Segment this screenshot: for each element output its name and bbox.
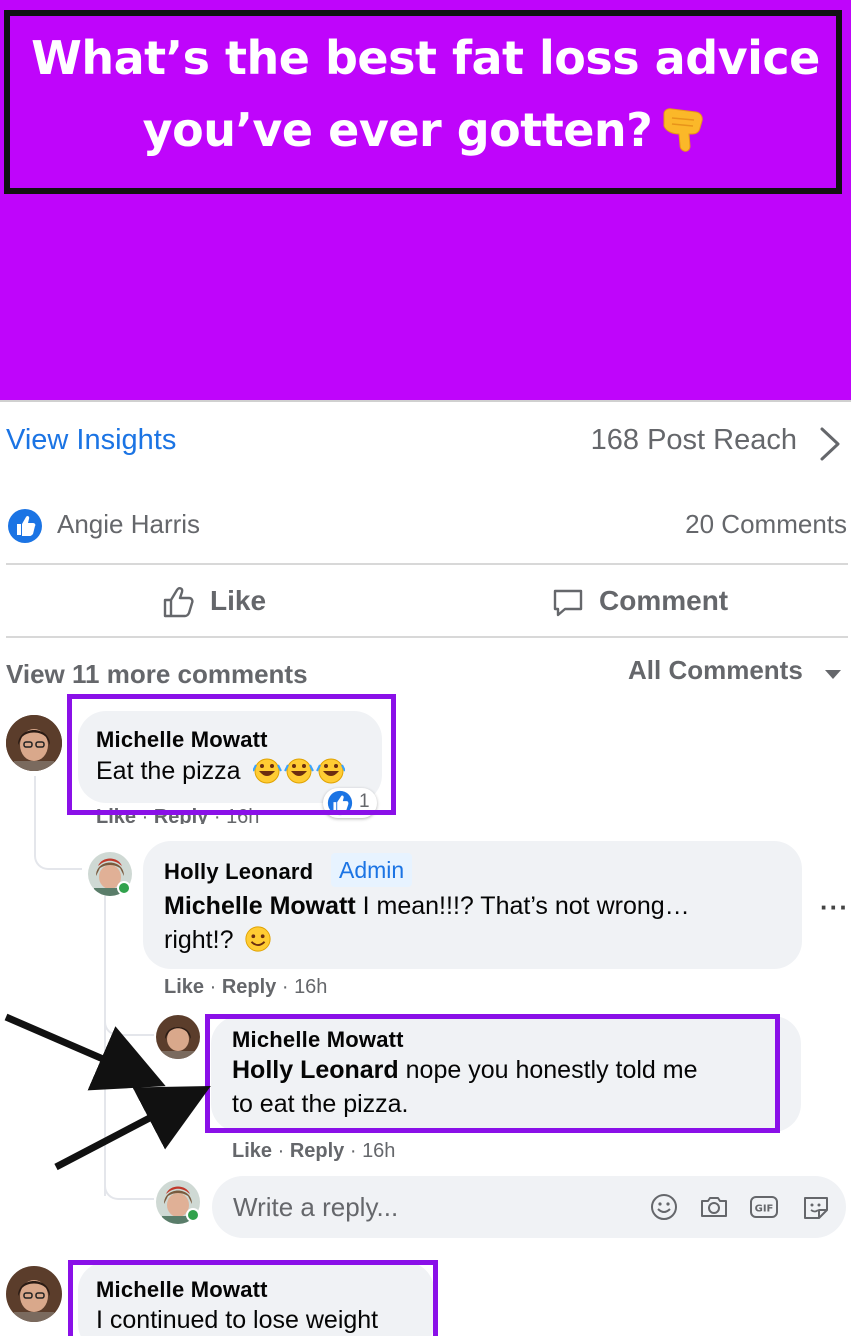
arrow-right-icon xyxy=(4,1013,166,1091)
online-status-icon xyxy=(186,1208,200,1222)
post-banner: What’s the best fat loss advice you’ve e… xyxy=(0,0,851,400)
comment-text: Michelle Mowatt I mean!!!? That’s not wr… xyxy=(164,889,784,957)
post-title: What’s the best fat loss advice you’ve e… xyxy=(0,22,851,166)
post-title-line-1: What’s the best fat loss advice xyxy=(31,31,820,85)
comment-reply-link[interactable]: Reply xyxy=(290,1140,344,1162)
comment-like-link[interactable]: Like xyxy=(164,976,204,998)
divider-top xyxy=(6,563,848,565)
online-status-icon xyxy=(117,881,131,895)
emoji-icon[interactable] xyxy=(649,1192,679,1222)
highlight-box xyxy=(67,694,396,815)
reply-input[interactable]: Write a reply... GIF xyxy=(212,1176,846,1238)
highlight-box xyxy=(68,1260,438,1336)
post-reach-label[interactable]: 168 Post Reach xyxy=(591,424,797,457)
chevron-right-icon[interactable] xyxy=(818,426,842,462)
view-insights-link[interactable]: View Insights xyxy=(6,424,176,457)
comment-text-line-2: right!? xyxy=(164,926,234,954)
caret-down-icon[interactable] xyxy=(825,670,841,679)
comment-meta: Like · Reply · 16h xyxy=(164,976,328,998)
like-reaction-icon xyxy=(8,509,42,543)
reaction-liker-name[interactable]: Angie Harris xyxy=(57,509,200,540)
arrow-up-right-icon xyxy=(54,1086,211,1171)
banner-divider xyxy=(0,400,851,402)
smiley-emoji-icon xyxy=(245,926,272,952)
comment-button-label: Comment xyxy=(599,585,729,616)
comment-like-link[interactable]: Like xyxy=(232,1140,272,1162)
svg-text:GIF: GIF xyxy=(755,1204,774,1215)
comment-mention[interactable]: Michelle Mowatt xyxy=(164,892,356,920)
divider-bottom xyxy=(6,636,848,638)
camera-icon[interactable] xyxy=(699,1192,729,1222)
comment-time: 16h xyxy=(294,976,328,998)
reply-placeholder: Write a reply... xyxy=(233,1192,399,1222)
avatar[interactable] xyxy=(6,715,62,771)
pointing-down-emoji-icon xyxy=(663,108,704,152)
more-options-icon[interactable]: ··· xyxy=(820,892,849,923)
admin-badge: Admin xyxy=(331,853,413,887)
annotation-arrows xyxy=(4,1013,211,1171)
avatar[interactable] xyxy=(6,1266,62,1322)
like-button-label: Like xyxy=(210,585,267,616)
gif-icon[interactable]: GIF xyxy=(749,1192,779,1222)
post-title-line-2: you’ve ever gotten? xyxy=(0,94,851,166)
comment-time: 16h xyxy=(362,1140,396,1162)
comment-count[interactable]: 20 Comments xyxy=(685,509,847,540)
comment-meta: Like · Reply · 16h xyxy=(232,1140,396,1162)
comment-text-line-1: I mean!!!? That’s not wrong… xyxy=(355,892,690,920)
post-title-line-2-text: you’ve ever gotten? xyxy=(142,103,653,157)
speech-bubble-icon xyxy=(553,589,583,617)
highlight-box xyxy=(205,1014,780,1133)
comment-reply-link[interactable]: Reply xyxy=(222,976,276,998)
sticker-icon[interactable] xyxy=(801,1192,831,1222)
view-more-comments-link[interactable]: View 11 more comments xyxy=(6,659,308,690)
thumbs-up-icon xyxy=(163,587,194,618)
comment-filter-select[interactable]: All Comments xyxy=(628,655,803,686)
comment-author[interactable]: Holly Leonard xyxy=(164,859,313,885)
